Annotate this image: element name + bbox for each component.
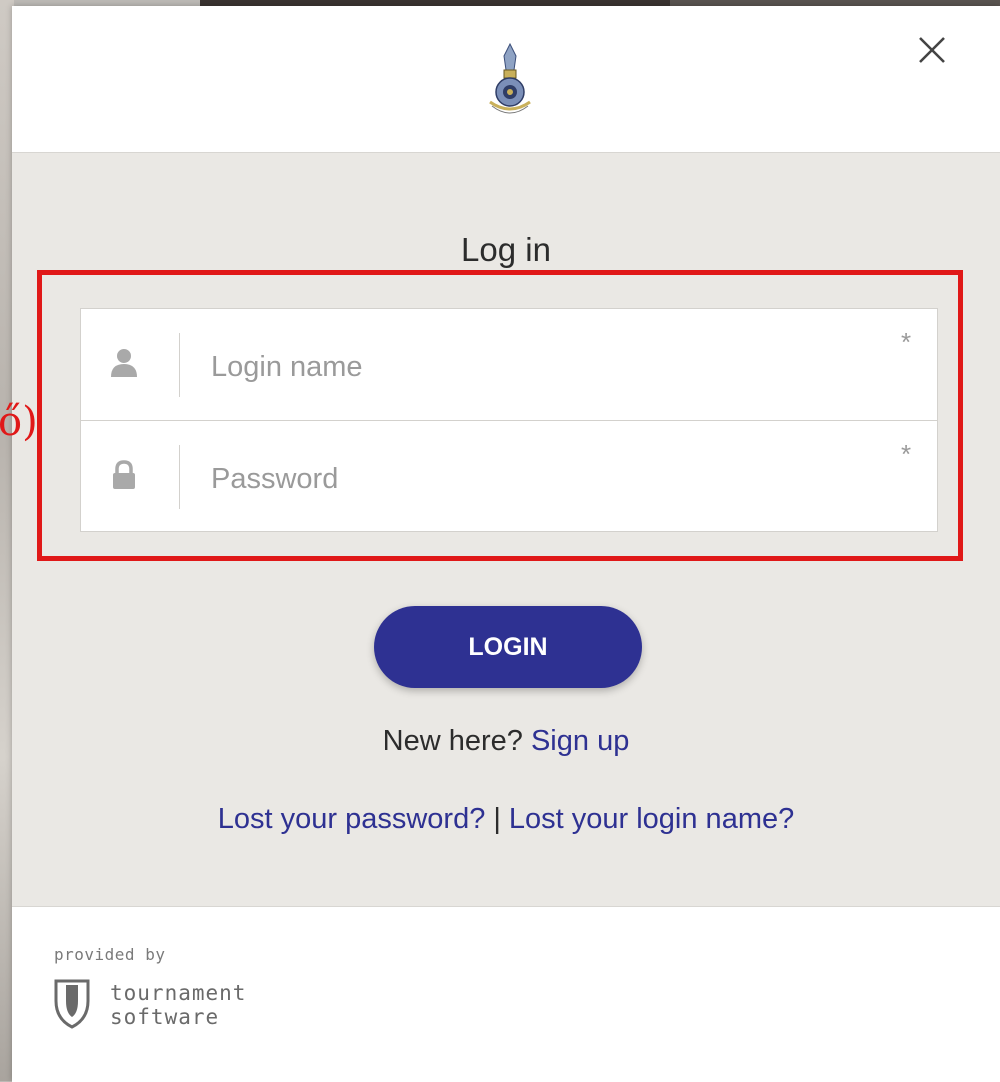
recovery-links: Lost your password? | Lost your login name…	[12, 803, 1000, 836]
provided-by-label: provided by	[54, 945, 166, 964]
tournament-software-brand: tournament software	[110, 981, 246, 1029]
signup-line: New here? Sign up	[12, 725, 1000, 758]
login-button[interactable]: LOGIN	[374, 606, 642, 688]
link-separator: |	[493, 803, 501, 835]
required-marker: *	[901, 439, 912, 469]
dialog-body: Log in ő) * *	[0, 153, 1000, 906]
field-divider	[179, 333, 180, 397]
password-field-row: *	[81, 421, 937, 532]
dialog-title: Log in	[461, 231, 551, 268]
login-name-input[interactable]	[211, 347, 871, 387]
login-name-field-row: *	[81, 309, 937, 421]
brand-line-2: software	[110, 1005, 220, 1029]
field-divider	[179, 445, 180, 509]
annotation-mark: ő)	[0, 399, 38, 445]
signup-prompt: New here?	[382, 725, 523, 757]
brand-line-1: tournament	[110, 981, 247, 1005]
dialog-header	[12, 6, 1000, 153]
lock-icon	[113, 460, 135, 489]
password-input[interactable]	[211, 459, 871, 499]
required-marker: *	[901, 327, 912, 357]
organization-emblem-icon	[489, 42, 531, 114]
dialog-footer: provided by tournament software	[12, 906, 1000, 1082]
credential-fields: * *	[80, 308, 938, 532]
user-icon	[111, 349, 137, 377]
lost-password-link[interactable]: Lost your password?	[218, 803, 486, 835]
tournament-software-shield-icon	[54, 979, 90, 1029]
sign-up-link[interactable]: Sign up	[531, 725, 629, 757]
login-dialog: Log in ő) * *	[0, 6, 1000, 1082]
lost-login-name-link[interactable]: Lost your login name?	[509, 803, 794, 835]
close-icon[interactable]	[912, 30, 952, 70]
